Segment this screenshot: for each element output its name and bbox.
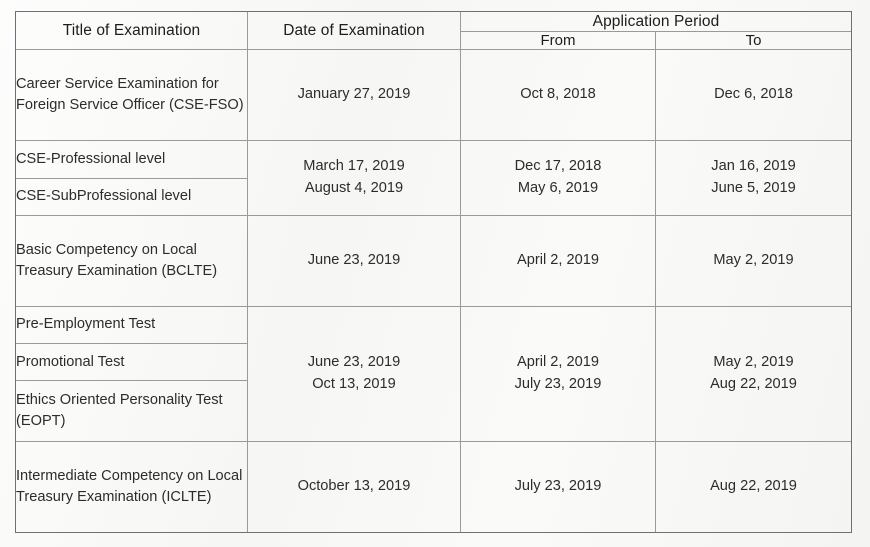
from-line: April 2, 2019 xyxy=(517,354,599,371)
date-line: March 17, 2019 xyxy=(303,158,405,175)
application-to-cell: May 2, 2019 Aug 22, 2019 xyxy=(655,305,852,443)
column-header-application-period: Application Period xyxy=(460,10,852,33)
column-header-title-of-examination: Title of Examination xyxy=(15,10,248,51)
exam-title-cell: Pre-Employment Test xyxy=(15,305,248,345)
to-line: Jan 16, 2019 xyxy=(711,158,796,175)
table-row: Career Service Examination for Foreign S… xyxy=(15,49,852,142)
from-line: July 23, 2019 xyxy=(514,478,602,495)
exam-date-cell: January 27, 2019 xyxy=(247,49,461,142)
application-from-cell: Oct 8, 2018 xyxy=(460,49,656,142)
date-line: Oct 13, 2019 xyxy=(312,375,396,392)
from-line: Oct 8, 2018 xyxy=(520,86,596,103)
table-body: Career Service Examination for Foreign S… xyxy=(15,49,852,533)
application-from-cell: July 23, 2019 xyxy=(460,441,656,533)
date-line: August 4, 2019 xyxy=(304,180,404,197)
exam-date-cell: March 17, 2019 August 4, 2019 xyxy=(247,140,461,216)
to-line: Aug 22, 2019 xyxy=(710,478,797,495)
to-line: Dec 6, 2018 xyxy=(714,86,793,103)
exam-title-cell: Intermediate Competency on Local Treasur… xyxy=(15,441,248,533)
column-header-date-of-examination: Date of Examination xyxy=(247,10,461,51)
from-line: May 6, 2019 xyxy=(517,180,599,197)
header-row-primary: Title of Examination Date of Examination… xyxy=(15,10,852,51)
application-from-cell: April 2, 2019 xyxy=(460,214,656,307)
exam-date-cell: October 13, 2019 xyxy=(247,441,461,533)
table-row: Intermediate Competency on Local Treasur… xyxy=(15,441,852,533)
from-line: April 2, 2019 xyxy=(517,251,599,268)
exam-date-cell: June 23, 2019 Oct 13, 2019 xyxy=(247,305,461,443)
exam-title-cell: Promotional Test xyxy=(15,343,248,382)
to-line: May 2, 2019 xyxy=(713,251,794,268)
table-row: CSE-Professional level March 17, 2019 Au… xyxy=(15,140,852,216)
table-row: Basic Competency on Local Treasury Exami… xyxy=(15,214,852,307)
application-to-cell: Dec 6, 2018 xyxy=(655,49,852,142)
to-line: June 5, 2019 xyxy=(711,180,796,197)
exam-date-cell: June 23, 2019 xyxy=(247,214,461,307)
exam-title-cell: CSE-Professional level xyxy=(15,140,248,179)
from-line: Dec 17, 2018 xyxy=(514,158,602,175)
date-line: January 27, 2019 xyxy=(297,86,411,103)
examination-schedule-table: Title of Examination Date of Examination… xyxy=(15,10,852,533)
application-from-cell: Dec 17, 2018 May 6, 2019 xyxy=(460,140,656,216)
date-line: October 13, 2019 xyxy=(297,478,411,495)
table-header: Title of Examination Date of Examination… xyxy=(15,10,852,51)
application-to-cell: May 2, 2019 xyxy=(655,214,852,307)
application-from-cell: April 2, 2019 July 23, 2019 xyxy=(460,305,656,443)
from-line: July 23, 2019 xyxy=(514,375,602,392)
exam-title-cell: CSE-SubProfessional level xyxy=(15,177,248,216)
application-to-cell: Jan 16, 2019 June 5, 2019 xyxy=(655,140,852,216)
exam-title-cell: Ethics Oriented Personality Test (EOPT) xyxy=(15,380,248,443)
application-to-cell: Aug 22, 2019 xyxy=(655,441,852,533)
date-line: June 23, 2019 xyxy=(307,251,401,268)
exam-title-cell: Career Service Examination for Foreign S… xyxy=(15,49,248,142)
column-header-from: From xyxy=(460,31,656,51)
exam-title-cell: Basic Competency on Local Treasury Exami… xyxy=(15,214,248,307)
column-header-to: To xyxy=(655,31,852,51)
to-line: Aug 22, 2019 xyxy=(710,375,797,392)
table-row: Pre-Employment Test June 23, 2019 Oct 13… xyxy=(15,305,852,443)
to-line: May 2, 2019 xyxy=(713,354,794,371)
date-line: June 23, 2019 xyxy=(307,354,401,371)
